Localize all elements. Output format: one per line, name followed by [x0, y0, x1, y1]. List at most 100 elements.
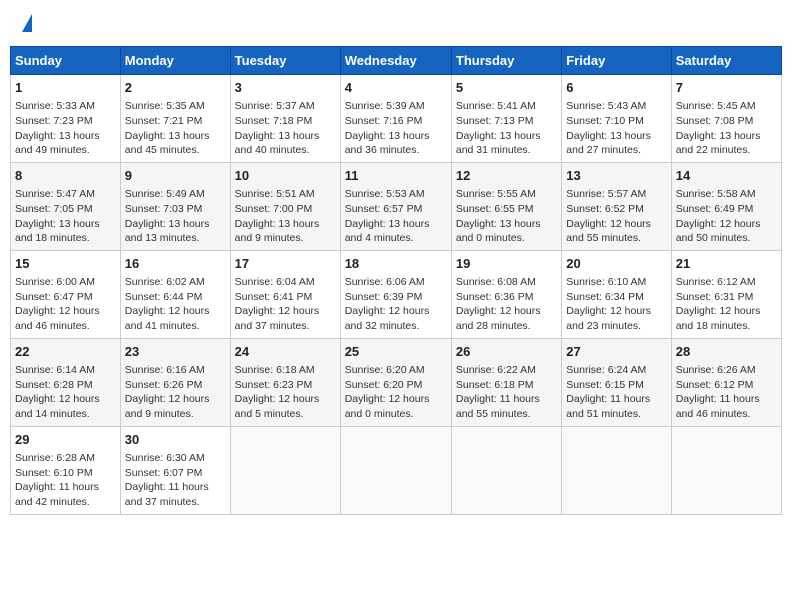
day-info: Sunrise: 5:58 AM Sunset: 6:49 PM Dayligh… — [676, 187, 777, 246]
calendar-cell: 19 Sunrise: 6:08 AM Sunset: 6:36 PM Dayli… — [451, 250, 561, 338]
calendar-cell: 12Sunrise: 5:55 AM Sunset: 6:55 PM Dayli… — [451, 162, 561, 250]
header-day-sunday: Sunday — [11, 47, 121, 75]
day-info: Sunrise: 6:08 AM Sunset: 6:36 PM Dayligh… — [456, 275, 557, 334]
day-number: 26 — [456, 343, 557, 361]
day-info: Sunrise: 5:51 AM Sunset: 7:00 PM Dayligh… — [235, 187, 336, 246]
calendar-cell: 1 Sunrise: 5:33 AM Sunset: 7:23 PM Daylig… — [11, 75, 121, 163]
day-info: Sunrise: 5:57 AM Sunset: 6:52 PM Dayligh… — [566, 187, 666, 246]
calendar-cell: 4 Sunrise: 5:39 AM Sunset: 7:16 PM Daylig… — [340, 75, 451, 163]
day-info: Sunrise: 6:00 AM Sunset: 6:47 PM Dayligh… — [15, 275, 116, 334]
calendar-cell: 30 Sunrise: 6:30 AM Sunset: 6:07 PM Dayli… — [120, 426, 230, 514]
calendar-cell: 6 Sunrise: 5:43 AM Sunset: 7:10 PM Daylig… — [562, 75, 671, 163]
day-info: Sunrise: 6:04 AM Sunset: 6:41 PM Dayligh… — [235, 275, 336, 334]
calendar-body: 1 Sunrise: 5:33 AM Sunset: 7:23 PM Daylig… — [11, 75, 782, 515]
calendar-cell: 21Sunrise: 6:12 AM Sunset: 6:31 PM Dayli… — [671, 250, 781, 338]
calendar-cell: 25 Sunrise: 6:20 AM Sunset: 6:20 PM Dayli… — [340, 338, 451, 426]
header-row: SundayMondayTuesdayWednesdayThursdayFrid… — [11, 47, 782, 75]
calendar-cell: 17 Sunrise: 6:04 AM Sunset: 6:41 PM Dayli… — [230, 250, 340, 338]
day-number: 23 — [125, 343, 226, 361]
day-number: 15 — [15, 255, 116, 273]
calendar-week-4: 22Sunrise: 6:14 AM Sunset: 6:28 PM Dayli… — [11, 338, 782, 426]
day-number: 2 — [125, 79, 226, 97]
logo — [18, 14, 32, 34]
calendar-cell: 13Sunrise: 5:57 AM Sunset: 6:52 PM Dayli… — [562, 162, 671, 250]
calendar-cell: 7 Sunrise: 5:45 AM Sunset: 7:08 PM Daylig… — [671, 75, 781, 163]
day-info: Sunrise: 5:39 AM Sunset: 7:16 PM Dayligh… — [345, 99, 447, 158]
calendar-cell: 29 Sunrise: 6:28 AM Sunset: 6:10 PM Dayli… — [11, 426, 121, 514]
day-info: Sunrise: 6:16 AM Sunset: 6:26 PM Dayligh… — [125, 363, 226, 422]
day-number: 30 — [125, 431, 226, 449]
calendar-week-2: 8Sunrise: 5:47 AM Sunset: 7:05 PM Daylig… — [11, 162, 782, 250]
calendar-cell — [671, 426, 781, 514]
header-day-monday: Monday — [120, 47, 230, 75]
day-number: 28 — [676, 343, 777, 361]
calendar-cell: 20Sunrise: 6:10 AM Sunset: 6:34 PM Dayli… — [562, 250, 671, 338]
day-number: 9 — [125, 167, 226, 185]
calendar-cell — [562, 426, 671, 514]
day-number: 17 — [235, 255, 336, 273]
day-number: 27 — [566, 343, 666, 361]
calendar-cell: 10 Sunrise: 5:51 AM Sunset: 7:00 PM Dayli… — [230, 162, 340, 250]
day-info: Sunrise: 5:37 AM Sunset: 7:18 PM Dayligh… — [235, 99, 336, 158]
day-number: 10 — [235, 167, 336, 185]
calendar-cell: 14 Sunrise: 5:58 AM Sunset: 6:49 PM Dayli… — [671, 162, 781, 250]
calendar-cell — [340, 426, 451, 514]
logo-triangle-icon — [22, 14, 32, 32]
day-info: Sunrise: 5:55 AM Sunset: 6:55 PM Dayligh… — [456, 187, 557, 246]
calendar-cell: 2 Sunrise: 5:35 AM Sunset: 7:21 PM Daylig… — [120, 75, 230, 163]
day-number: 6 — [566, 79, 666, 97]
day-number: 24 — [235, 343, 336, 361]
calendar-week-3: 15 Sunrise: 6:00 AM Sunset: 6:47 PM Dayli… — [11, 250, 782, 338]
calendar-table: SundayMondayTuesdayWednesdayThursdayFrid… — [10, 46, 782, 515]
header-day-friday: Friday — [562, 47, 671, 75]
day-info: Sunrise: 6:30 AM Sunset: 6:07 PM Dayligh… — [125, 451, 226, 510]
day-number: 8 — [15, 167, 116, 185]
day-info: Sunrise: 6:26 AM Sunset: 6:12 PM Dayligh… — [676, 363, 777, 422]
calendar-cell: 24 Sunrise: 6:18 AM Sunset: 6:23 PM Dayli… — [230, 338, 340, 426]
day-info: Sunrise: 5:45 AM Sunset: 7:08 PM Dayligh… — [676, 99, 777, 158]
day-number: 16 — [125, 255, 226, 273]
day-number: 7 — [676, 79, 777, 97]
calendar-cell — [451, 426, 561, 514]
calendar-cell — [230, 426, 340, 514]
day-number: 14 — [676, 167, 777, 185]
calendar-cell: 16 Sunrise: 6:02 AM Sunset: 6:44 PM Dayli… — [120, 250, 230, 338]
calendar-header: SundayMondayTuesdayWednesdayThursdayFrid… — [11, 47, 782, 75]
calendar-cell: 22Sunrise: 6:14 AM Sunset: 6:28 PM Dayli… — [11, 338, 121, 426]
day-info: Sunrise: 6:18 AM Sunset: 6:23 PM Dayligh… — [235, 363, 336, 422]
header-day-saturday: Saturday — [671, 47, 781, 75]
day-info: Sunrise: 5:41 AM Sunset: 7:13 PM Dayligh… — [456, 99, 557, 158]
calendar-cell: 26 Sunrise: 6:22 AM Sunset: 6:18 PM Dayli… — [451, 338, 561, 426]
day-info: Sunrise: 5:53 AM Sunset: 6:57 PM Dayligh… — [345, 187, 447, 246]
calendar-cell: 27 Sunrise: 6:24 AM Sunset: 6:15 PM Dayli… — [562, 338, 671, 426]
page-header — [10, 10, 782, 38]
day-number: 1 — [15, 79, 116, 97]
calendar-cell: 11 Sunrise: 5:53 AM Sunset: 6:57 PM Dayli… — [340, 162, 451, 250]
day-info: Sunrise: 6:22 AM Sunset: 6:18 PM Dayligh… — [456, 363, 557, 422]
day-number: 3 — [235, 79, 336, 97]
day-number: 25 — [345, 343, 447, 361]
day-number: 18 — [345, 255, 447, 273]
day-info: Sunrise: 5:35 AM Sunset: 7:21 PM Dayligh… — [125, 99, 226, 158]
day-info: Sunrise: 6:06 AM Sunset: 6:39 PM Dayligh… — [345, 275, 447, 334]
calendar-cell: 15 Sunrise: 6:00 AM Sunset: 6:47 PM Dayli… — [11, 250, 121, 338]
calendar-cell: 8Sunrise: 5:47 AM Sunset: 7:05 PM Daylig… — [11, 162, 121, 250]
calendar-cell: 23 Sunrise: 6:16 AM Sunset: 6:26 PM Dayli… — [120, 338, 230, 426]
day-number: 29 — [15, 431, 116, 449]
day-info: Sunrise: 6:28 AM Sunset: 6:10 PM Dayligh… — [15, 451, 116, 510]
day-number: 4 — [345, 79, 447, 97]
calendar-cell: 3 Sunrise: 5:37 AM Sunset: 7:18 PM Daylig… — [230, 75, 340, 163]
calendar-cell: 5 Sunrise: 5:41 AM Sunset: 7:13 PM Daylig… — [451, 75, 561, 163]
day-number: 19 — [456, 255, 557, 273]
day-info: Sunrise: 6:20 AM Sunset: 6:20 PM Dayligh… — [345, 363, 447, 422]
day-number: 5 — [456, 79, 557, 97]
day-info: Sunrise: 5:43 AM Sunset: 7:10 PM Dayligh… — [566, 99, 666, 158]
day-info: Sunrise: 6:24 AM Sunset: 6:15 PM Dayligh… — [566, 363, 666, 422]
header-day-tuesday: Tuesday — [230, 47, 340, 75]
day-info: Sunrise: 6:02 AM Sunset: 6:44 PM Dayligh… — [125, 275, 226, 334]
day-info: Sunrise: 6:10 AM Sunset: 6:34 PM Dayligh… — [566, 275, 666, 334]
day-number: 11 — [345, 167, 447, 185]
calendar-cell: 28 Sunrise: 6:26 AM Sunset: 6:12 PM Dayli… — [671, 338, 781, 426]
calendar-week-5: 29 Sunrise: 6:28 AM Sunset: 6:10 PM Dayli… — [11, 426, 782, 514]
day-info: Sunrise: 5:33 AM Sunset: 7:23 PM Dayligh… — [15, 99, 116, 158]
